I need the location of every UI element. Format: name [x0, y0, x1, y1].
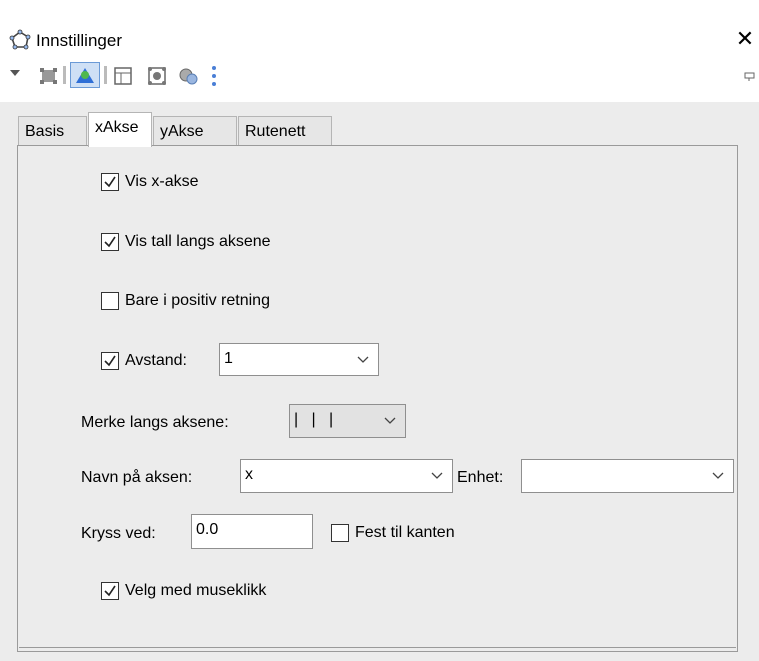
chevron-down-icon: [384, 417, 396, 424]
ticks-value: | | |: [294, 411, 334, 428]
axis-name-label: Navn på aksen:: [81, 469, 193, 486]
cross-at-value: 0.0: [196, 521, 219, 538]
app-icon: [9, 29, 31, 51]
show-numbers-label: Vis tall langs aksene: [125, 233, 271, 250]
graphics-settings-icon[interactable]: [38, 65, 60, 87]
axis-name-value: x: [245, 466, 253, 483]
tab-yakse[interactable]: yAkse: [153, 116, 237, 146]
tab-label: Basis: [25, 123, 65, 140]
tab-xakse[interactable]: xAkse: [88, 112, 152, 147]
distance-value: 1: [224, 350, 233, 367]
axis-name-select[interactable]: x: [240, 459, 453, 493]
distance-checkbox[interactable]: [101, 352, 119, 370]
title-bar: Innstillinger ✕: [0, 0, 759, 62]
toolbar: [0, 62, 759, 102]
window-title: Innstillinger: [36, 31, 122, 50]
layout-icon[interactable]: [112, 65, 134, 87]
dropdown-arrow-icon[interactable]: [8, 66, 22, 88]
divider: [19, 647, 736, 650]
tab-label: yAkse: [160, 123, 204, 140]
toolbar-separator: [63, 66, 66, 84]
ticks-select[interactable]: | | |: [289, 404, 406, 438]
chevron-down-icon: [431, 472, 443, 479]
xaxis-panel: [17, 145, 738, 652]
cross-at-input[interactable]: 0.0: [191, 514, 313, 549]
objects-icon[interactable]: [146, 65, 168, 87]
show-axis-checkbox[interactable]: [101, 173, 119, 191]
fix-to-edge-checkbox[interactable]: [331, 524, 349, 542]
unit-select[interactable]: [521, 459, 734, 493]
graphics-view-icon[interactable]: [70, 62, 100, 88]
more-options-icon[interactable]: [209, 64, 219, 86]
ticks-label: Merke langs aksene:: [81, 414, 229, 431]
unit-label: Enhet:: [457, 469, 504, 486]
distance-label: Avstand:: [125, 352, 187, 369]
chevron-down-icon: [357, 356, 369, 363]
positive-only-checkbox[interactable]: [101, 292, 119, 310]
toolbar-separator: [104, 66, 107, 84]
tab-label: xAkse: [95, 119, 139, 136]
positive-only-label: Bare i positiv retning: [125, 292, 270, 309]
fix-to-edge-label: Fest til kanten: [355, 524, 455, 541]
close-icon[interactable]: ✕: [733, 27, 757, 51]
advanced-settings-icon[interactable]: [177, 65, 199, 87]
distance-select[interactable]: 1: [219, 343, 379, 376]
show-numbers-checkbox[interactable]: [101, 233, 119, 251]
undock-icon[interactable]: [743, 70, 757, 92]
show-axis-label: Vis x-akse: [125, 173, 199, 190]
tab-basis[interactable]: Basis: [18, 116, 87, 146]
tab-label: Rutenett: [245, 123, 306, 140]
select-with-click-label: Velg med museklikk: [125, 582, 267, 599]
chevron-down-icon: [712, 472, 724, 479]
select-with-click-checkbox[interactable]: [101, 582, 119, 600]
tab-rutenett[interactable]: Rutenett: [238, 116, 332, 146]
cross-at-label: Kryss ved:: [81, 525, 156, 542]
